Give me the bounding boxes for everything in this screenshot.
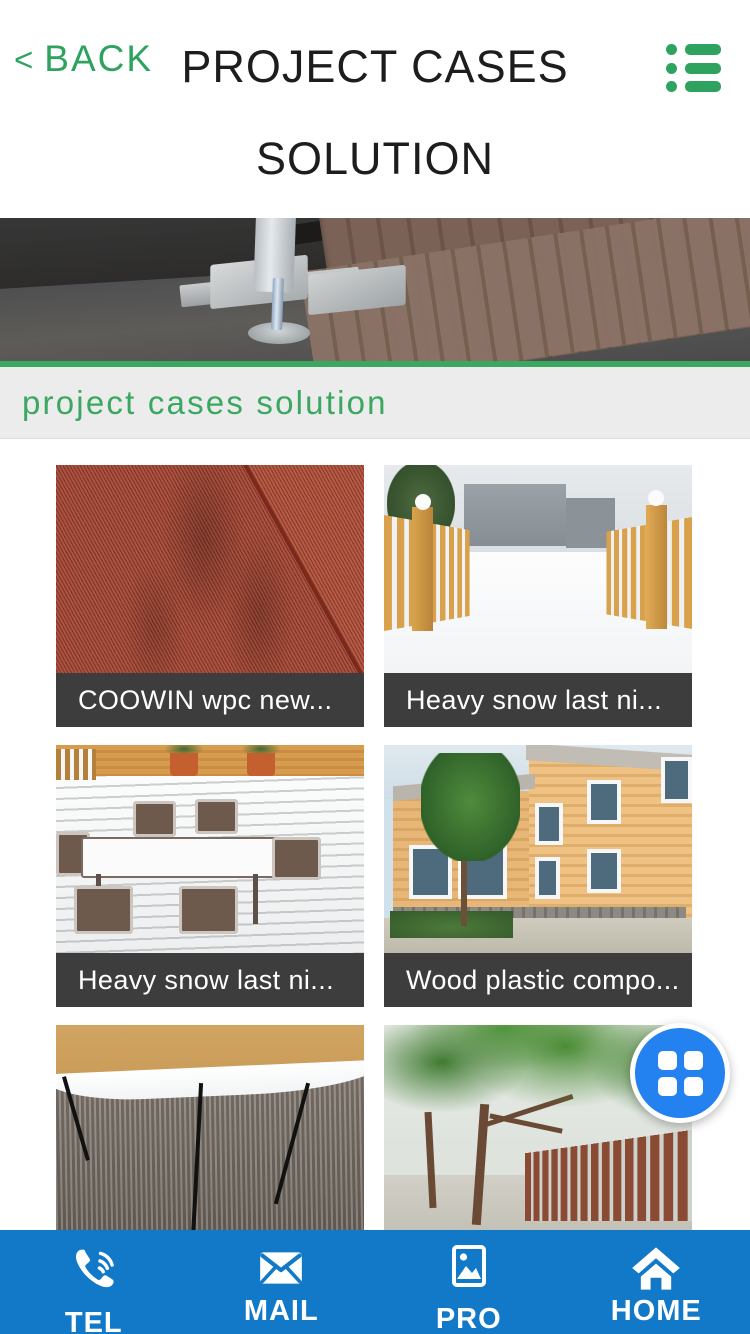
grid-square — [684, 1051, 703, 1070]
thumb-chair — [179, 886, 238, 934]
mail-icon — [256, 1242, 306, 1294]
home-icon — [630, 1242, 682, 1294]
nav-label: PRO — [436, 1304, 502, 1334]
nav-label: MAIL — [244, 1296, 319, 1326]
thumb-building — [464, 484, 566, 546]
project-cases-grid: COOWIN wpc new... Heavy snow last ni... — [0, 439, 750, 1233]
case-card[interactable]: COOWIN wpc new... — [56, 465, 364, 727]
nav-item-pro[interactable]: PRO — [375, 1230, 563, 1334]
phone-icon — [68, 1242, 120, 1294]
grid-square — [684, 1077, 703, 1096]
thumb-chair — [272, 837, 321, 881]
grid-square — [658, 1051, 677, 1070]
image-icon — [445, 1242, 493, 1290]
thumb-window — [661, 757, 692, 803]
thumb-window — [587, 780, 621, 824]
thumb-fence-post — [646, 505, 668, 630]
thumb-flower-pot — [247, 753, 275, 776]
menu-row — [666, 81, 722, 92]
thumb-fence-post — [412, 507, 434, 632]
thumb-wood-grain — [56, 465, 364, 673]
thumb-siding-wall — [56, 745, 364, 780]
menu-row — [666, 44, 722, 55]
list-menu-icon[interactable] — [666, 44, 722, 92]
case-caption: Wood plastic compo... — [384, 953, 692, 1007]
thumb-table — [81, 837, 278, 879]
grid-view-fab[interactable] — [630, 1023, 730, 1123]
thumb-hedge — [390, 911, 513, 938]
thumb-railing — [56, 749, 96, 780]
banner-screw-bit — [271, 278, 284, 330]
nav-item-tel[interactable]: TEL — [0, 1230, 188, 1334]
case-caption: COOWIN wpc new... — [56, 673, 364, 727]
section-header: project cases solution — [0, 367, 750, 439]
case-card[interactable]: Heavy snow last ni... — [56, 745, 364, 1007]
nav-label: HOME — [611, 1296, 702, 1326]
thumb-chair — [133, 801, 176, 836]
thumb-chair — [195, 799, 238, 834]
page-header: < BACK PROJECT CASES SOLUTION — [0, 0, 750, 218]
page-title: PROJECT CASES — [0, 32, 750, 102]
app-screen: < BACK PROJECT CASES SOLUTION project ca… — [0, 0, 750, 1334]
page-title-line2: SOLUTION — [0, 126, 750, 192]
menu-bar — [685, 44, 721, 55]
thumb-tree — [421, 753, 520, 861]
menu-dot — [666, 63, 677, 74]
case-thumbnail — [384, 745, 692, 953]
menu-bar — [685, 81, 721, 92]
case-thumbnail — [56, 1025, 364, 1233]
menu-row — [666, 63, 722, 74]
case-thumbnail — [56, 745, 364, 953]
case-card[interactable]: Wood plastic compo... — [384, 745, 692, 1007]
thumb-window — [535, 857, 560, 899]
thumb-window — [587, 849, 621, 893]
menu-dot — [666, 81, 677, 92]
case-caption: Heavy snow last ni... — [384, 673, 692, 727]
nav-label: TEL — [65, 1308, 123, 1334]
nav-item-home[interactable]: HOME — [563, 1230, 750, 1334]
case-card[interactable]: Heavy snow last ni... — [384, 465, 692, 727]
thumb-flower-pot — [170, 753, 198, 776]
bottom-navigation: TEL MAIL PRO HOME — [0, 1230, 750, 1334]
case-card[interactable] — [56, 1025, 364, 1233]
header-top-row: < BACK PROJECT CASES — [0, 36, 750, 98]
banner-illustration — [0, 218, 750, 361]
case-caption: Heavy snow last ni... — [56, 953, 364, 1007]
case-thumbnail — [384, 465, 692, 673]
nav-item-mail[interactable]: MAIL — [188, 1230, 376, 1334]
case-thumbnail — [56, 465, 364, 673]
thumb-window — [535, 803, 563, 845]
section-title: project cases solution — [22, 384, 388, 422]
menu-dot — [666, 44, 677, 55]
banner-image — [0, 218, 750, 361]
thumb-lamp-globe — [415, 494, 431, 510]
thumb-wpc-fence — [525, 1129, 692, 1221]
thumb-table-leg — [253, 874, 258, 924]
thumb-chair — [74, 886, 133, 934]
grid-squares-icon — [658, 1051, 703, 1096]
grid-square — [658, 1077, 677, 1096]
menu-bar — [685, 63, 721, 74]
